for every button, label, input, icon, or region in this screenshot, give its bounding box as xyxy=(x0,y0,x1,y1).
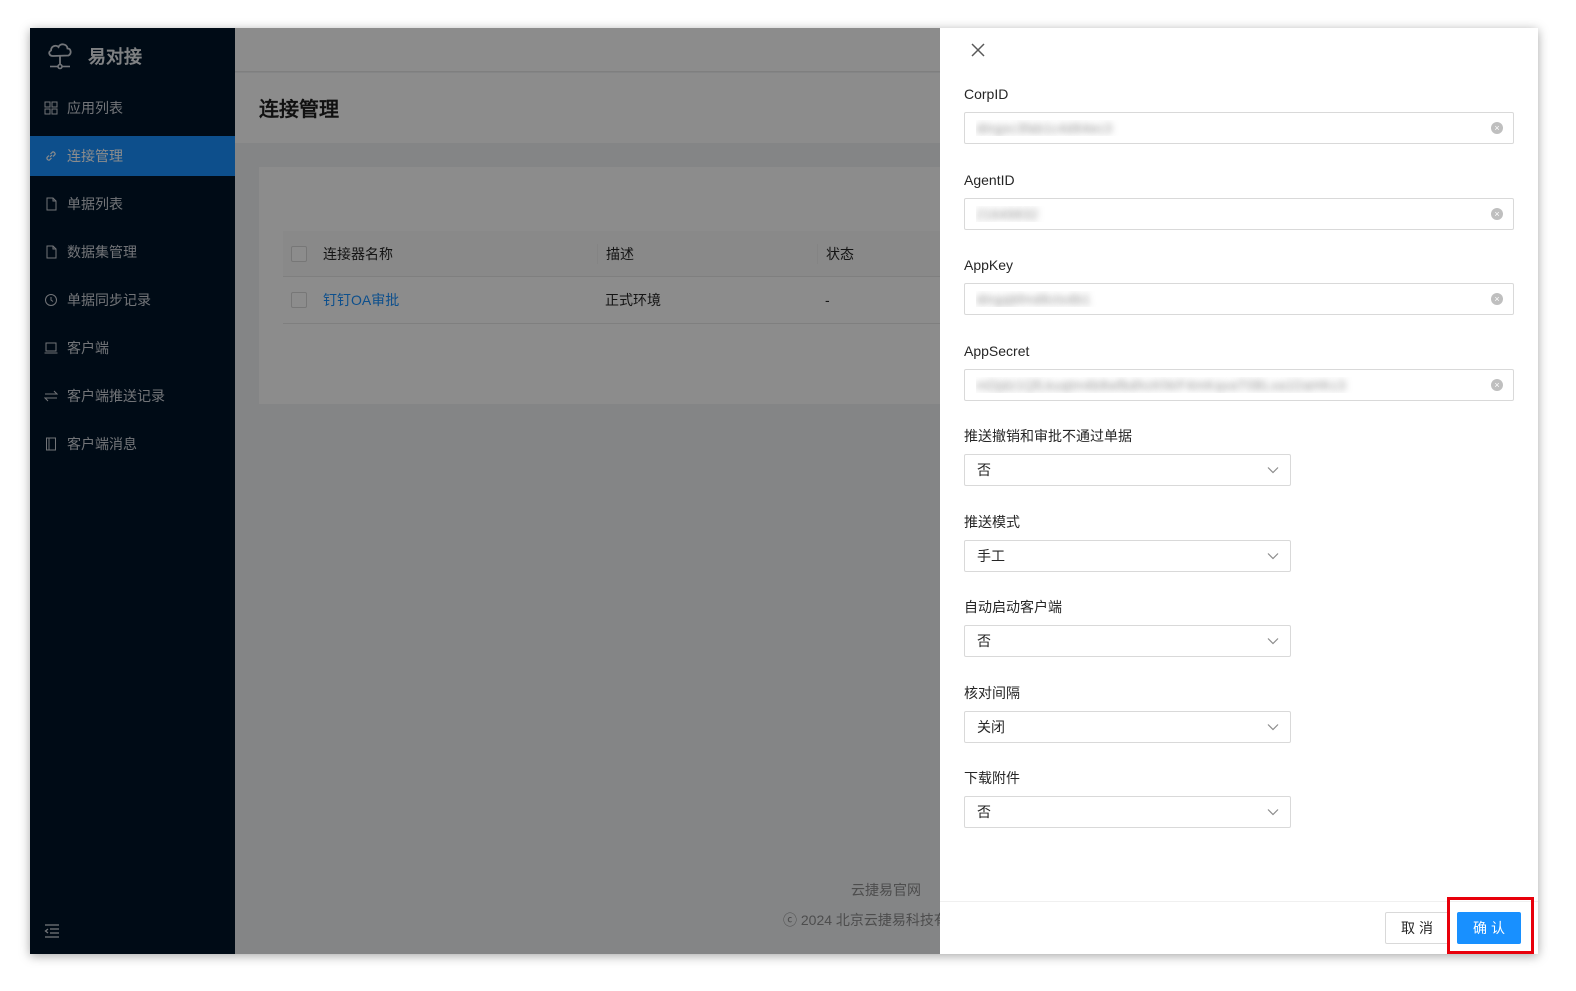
check-interval-select[interactable]: 关闭 xyxy=(964,710,1291,743)
confirm-button-highlight xyxy=(1447,897,1534,954)
form-item-agentid: AgentID × xyxy=(964,170,1514,256)
field-label: AgentID xyxy=(964,171,1015,188)
auto-start-client-select[interactable]: 否 xyxy=(964,625,1291,657)
form-item-appsecret: AppSecret × xyxy=(964,341,1514,427)
form-item-appkey: AppKey × xyxy=(964,255,1514,341)
appsecret-input[interactable] xyxy=(965,369,1465,400)
clear-icon[interactable]: × xyxy=(1491,378,1503,391)
chevron-down-icon xyxy=(1267,552,1279,559)
form-item-download-attachments: 下载附件 否 xyxy=(964,768,1514,854)
select-value: 关闭 xyxy=(977,718,1005,735)
chevron-down-icon xyxy=(1267,467,1279,474)
form-item-push-mode: 推送模式 手工 xyxy=(964,512,1514,598)
field-label: 自动启动客户端 xyxy=(964,599,1062,615)
edit-connection-drawer: CorpID × AgentID × AppKey × xyxy=(940,28,1538,954)
field-label: 核对间隔 xyxy=(964,684,1020,701)
cancel-button[interactable]: 取消 xyxy=(1385,912,1449,944)
select-value: 否 xyxy=(977,462,991,478)
form-item-check-interval: 核对间隔 关闭 xyxy=(964,683,1514,769)
app-window: 易对接 应用列表 连接管理 单据列表 数据集管理 单据同步记录 客户端 客户端推… xyxy=(30,28,1538,954)
select-value: 手工 xyxy=(977,547,1005,564)
select-value: 否 xyxy=(977,633,991,649)
field-label: CorpID xyxy=(964,86,1009,102)
agentid-input[interactable] xyxy=(965,198,1465,229)
select-value: 否 xyxy=(977,804,991,820)
field-label: 推送撤销和审批不通过单据 xyxy=(964,428,1132,444)
form-item-push-rejected: 推送撤销和审批不通过单据 否 xyxy=(964,426,1514,512)
clear-icon[interactable]: × xyxy=(1491,293,1503,305)
field-label: 下载附件 xyxy=(964,770,1020,786)
appkey-field-wrapper: × xyxy=(964,283,1514,315)
chevron-down-icon xyxy=(1267,638,1279,645)
push-mode-select[interactable]: 手工 xyxy=(964,539,1291,572)
field-label: AppSecret xyxy=(964,342,1030,359)
corpid-field-wrapper: × xyxy=(964,112,1514,144)
connection-form: CorpID × AgentID × AppKey × xyxy=(964,84,1514,854)
appsecret-field-wrapper: × xyxy=(964,368,1514,401)
form-item-corpid: CorpID × xyxy=(964,84,1514,170)
field-label: 推送模式 xyxy=(964,513,1020,530)
clear-icon[interactable]: × xyxy=(1491,207,1503,220)
download-attachments-select[interactable]: 否 xyxy=(964,796,1291,828)
appkey-input[interactable] xyxy=(965,284,1465,314)
agentid-field-wrapper: × xyxy=(964,197,1514,230)
chevron-down-icon xyxy=(1267,723,1279,730)
push-rejected-select[interactable]: 否 xyxy=(964,454,1291,486)
close-icon[interactable] xyxy=(968,40,988,60)
form-item-auto-start-client: 自动启动客户端 否 xyxy=(964,597,1514,683)
field-label: AppKey xyxy=(964,257,1014,273)
chevron-down-icon xyxy=(1267,809,1279,816)
clear-icon[interactable]: × xyxy=(1491,122,1503,134)
corpid-input[interactable] xyxy=(965,113,1465,143)
